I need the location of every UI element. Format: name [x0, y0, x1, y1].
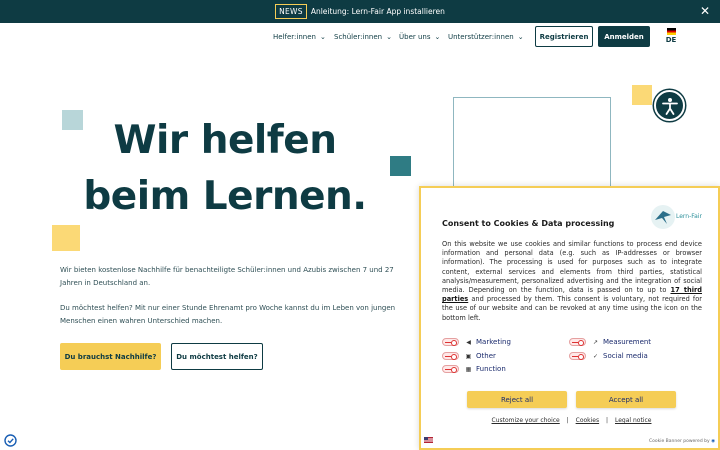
nav-item-ueber-uns[interactable]: Über uns ⌄: [399, 33, 440, 41]
customize-choice-link[interactable]: Customize your choice: [492, 417, 560, 424]
chat-icon: ▣: [465, 352, 472, 360]
register-button[interactable]: Registrieren: [535, 26, 593, 47]
need-tutoring-button[interactable]: Du brauchst Nachhilfe?: [60, 343, 161, 370]
toggle-other[interactable]: ▣ Other: [442, 352, 496, 360]
reject-all-button[interactable]: Reject all: [467, 391, 567, 408]
decor-square: [390, 156, 411, 176]
toggle-measurement[interactable]: ↗ Measurement: [569, 338, 651, 346]
cookie-text: and processed by them. This consent is v…: [442, 295, 702, 322]
toggle-switch[interactable]: [569, 352, 586, 360]
legal-notice-link[interactable]: Legal notice: [615, 417, 651, 424]
cookie-title: Consent to Cookies & Data processing: [442, 219, 615, 228]
toggle-switch[interactable]: [442, 352, 459, 360]
decor-square: [632, 85, 652, 105]
hero-intro-text: Wir bieten kostenlose Nachhilfe für bena…: [60, 266, 394, 287]
powered-by-text: Cookie Banner powered by ◉: [649, 439, 715, 444]
chevron-down-icon: ⌄: [319, 33, 326, 41]
nav-item-label: Über uns: [399, 33, 431, 41]
toggle-switch[interactable]: [442, 365, 459, 373]
cookie-text: On this website we use cookies and simil…: [442, 240, 702, 295]
language-label: DE: [665, 36, 677, 44]
chart-trend-icon: ↗: [592, 338, 599, 346]
toggle-label: Social media: [603, 352, 648, 360]
chevron-down-icon: ⌄: [434, 33, 441, 41]
us-flag-icon[interactable]: [424, 437, 433, 443]
hero-title-line2: beim Lernen.: [83, 174, 367, 219]
nav-item-unterstuetzer[interactable]: Unterstützer:innen ⌄: [448, 33, 524, 41]
login-button[interactable]: Anmelden: [598, 26, 650, 47]
accessibility-icon[interactable]: [654, 90, 685, 121]
nav-item-label: Unterstützer:innen: [448, 33, 514, 41]
german-flag-icon: [666, 28, 676, 35]
cookie-settings-icon[interactable]: [4, 432, 17, 447]
news-badge: NEWS: [275, 4, 307, 19]
news-link[interactable]: Anleitung: Lern-Fair App installieren: [311, 7, 445, 16]
nav-item-label: Helfer:innen: [273, 33, 316, 41]
chevron-down-icon: ⌄: [517, 33, 524, 41]
grid-icon: ▦: [465, 365, 472, 373]
cookie-footer-links: Customize your choice | Cookies | Legal …: [421, 417, 720, 424]
toggle-switch[interactable]: [442, 338, 459, 346]
powered-by-label: Cookie Banner powered by: [648, 439, 710, 444]
nav-item-schueler[interactable]: Schüler:innen ⌄: [334, 33, 392, 41]
thumbs-up-icon: ✓: [592, 352, 599, 360]
close-icon[interactable]: ✕: [700, 4, 710, 18]
logo-text: Lern-Fair: [676, 213, 702, 220]
toggle-switch[interactable]: [569, 338, 586, 346]
decor-square: [52, 225, 80, 251]
nav-item-label: Schüler:innen: [334, 33, 383, 41]
toggle-label: Marketing: [476, 338, 511, 346]
cookies-link[interactable]: Cookies: [576, 417, 600, 424]
toggle-function[interactable]: ▦ Function: [442, 365, 506, 373]
megaphone-icon: ◀: [466, 338, 471, 346]
language-switcher[interactable]: DE: [664, 28, 678, 44]
toggle-label: Function: [476, 365, 506, 373]
accept-all-button[interactable]: Accept all: [576, 391, 676, 408]
cookie-consent-dialog: Lern-Fair Consent to Cookies & Data proc…: [419, 186, 720, 450]
lern-fair-logo-icon: [651, 205, 675, 229]
toggle-label: Other: [476, 352, 496, 360]
nav-item-helfer[interactable]: Helfer:innen ⌄: [273, 33, 326, 41]
hero-help-text: Du möchtest helfen? Mit nur einer Stunde…: [60, 304, 396, 325]
hero-title-line1: Wir helfen: [113, 118, 337, 163]
powered-by-logo-icon: ◉: [711, 439, 715, 444]
hero-title: Wir helfen beim Lernen.: [60, 113, 390, 225]
cookie-brand-logo: Lern-Fair: [650, 204, 720, 232]
toggle-label: Measurement: [603, 338, 652, 346]
link-separator: |: [566, 417, 569, 424]
toggle-marketing[interactable]: ◀ Marketing: [442, 338, 511, 346]
link-separator: |: [606, 417, 609, 424]
chevron-down-icon: ⌄: [386, 33, 392, 41]
toggle-social-media[interactable]: ✓ Social media: [569, 352, 648, 360]
want-to-help-button[interactable]: Du möchtest helfen?: [171, 343, 263, 370]
cookie-description: On this website we use cookies and simil…: [442, 240, 702, 323]
news-bar: NEWS Anleitung: Lern-Fair App installier…: [0, 0, 720, 23]
